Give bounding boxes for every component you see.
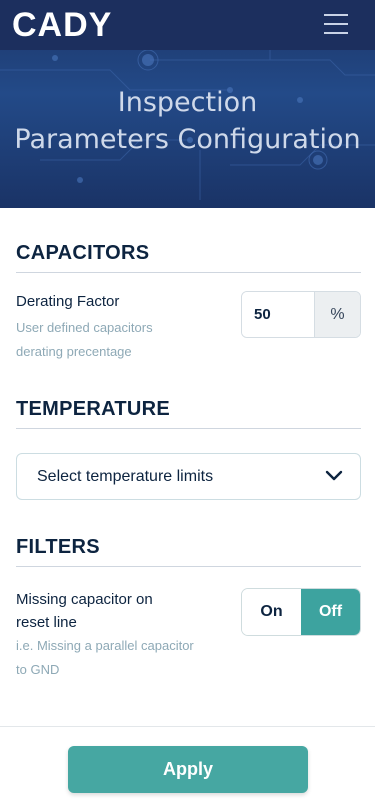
section-title-filters: FILTERS (16, 536, 361, 567)
derating-factor-input[interactable] (242, 292, 314, 337)
missing-capacitor-toggle: On Off (241, 588, 361, 636)
percent-unit-addon: % (314, 292, 360, 337)
hero-banner: CADY Inspection Parameters Configuration (0, 0, 375, 208)
section-title-temperature: TEMPERATURE (16, 398, 361, 429)
logo: CADY (12, 6, 113, 44)
derating-factor-label: Derating Factor (16, 293, 120, 310)
page-title-line-1: Inspection (117, 87, 258, 118)
page-title: Inspection Parameters Configuration (0, 84, 375, 158)
temperature-limits-select[interactable]: Select temperature limits (16, 453, 361, 500)
derating-factor-input-group: % (241, 291, 361, 338)
derating-hint-line-1: User defined capacitors (16, 320, 153, 335)
hamburger-menu-icon[interactable] (324, 14, 348, 34)
toggle-off-option[interactable]: Off (301, 589, 360, 635)
missing-capacitor-label-line-2: reset line (16, 614, 77, 631)
missing-capacitor-hint-line-2: to GND (16, 662, 60, 677)
chevron-down-icon (325, 470, 343, 481)
page-title-line-2: Parameters Configuration (14, 124, 361, 155)
section-title-capacitors: CAPACITORS (16, 242, 361, 273)
derating-hint-line-2: derating precentage (16, 344, 132, 359)
temperature-select-value: Select temperature limits (37, 467, 214, 485)
missing-capacitor-hint-line-1: i.e. Missing a parallel capacitor (16, 638, 194, 653)
missing-capacitor-label-line-1: Missing capacitor on (16, 591, 153, 608)
apply-button[interactable]: Apply (68, 746, 308, 793)
toggle-on-option[interactable]: On (242, 589, 301, 635)
footer-bar: Apply (0, 726, 375, 812)
